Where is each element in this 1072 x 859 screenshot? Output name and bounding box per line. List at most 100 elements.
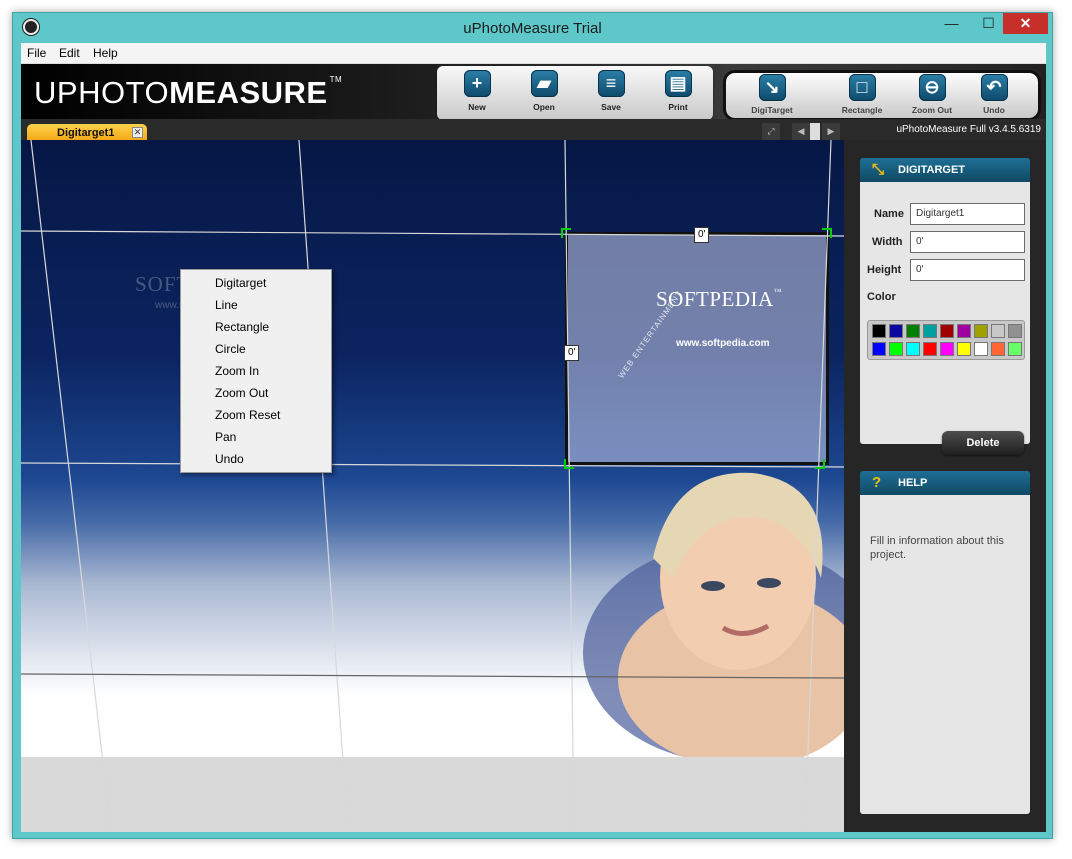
color-swatch[interactable] [889, 342, 903, 356]
handle-bottom-left[interactable] [564, 459, 574, 469]
name-label: Name [874, 208, 904, 220]
fullscreen-icon[interactable]: ⤢ [762, 123, 780, 140]
color-swatch[interactable] [872, 342, 886, 356]
zoom-out-tool-button[interactable]: ⊖ Zoom Out [902, 74, 962, 122]
print-button[interactable]: ▤ Print [648, 70, 708, 118]
name-field[interactable]: Digitarget1 [910, 203, 1025, 225]
digitarget-panel: ⤡ DIGITARGET Name Digitarget1 Width 0' H… [860, 158, 1030, 455]
menu-bar: File Edit Help [21, 43, 1046, 64]
print-label: Print [668, 102, 688, 112]
color-swatch[interactable] [1008, 342, 1022, 356]
digitarget-icon: ⤡ [872, 161, 885, 178]
help-panel-header: ? HELP [860, 471, 1030, 495]
context-menu-item[interactable]: Pan [215, 430, 236, 444]
help-icon: ? [872, 474, 882, 491]
digitarget-tool-button[interactable]: ↘ DigiTarget [742, 74, 802, 122]
color-swatch[interactable] [906, 324, 920, 338]
measurement-grid [21, 140, 844, 832]
color-palette [867, 320, 1025, 360]
undo-tool-button[interactable]: ↶ Undo [964, 74, 1024, 122]
context-menu-item[interactable]: Rectangle [215, 320, 269, 334]
open-button[interactable]: ▰ Open [514, 70, 574, 118]
color-swatch[interactable] [957, 342, 971, 356]
minimize-button[interactable]: — [938, 13, 965, 34]
plus-icon: + [463, 70, 491, 97]
digitarget-panel-title: DIGITARGET [898, 164, 966, 176]
width-label: Width [872, 236, 903, 248]
new-button[interactable]: + New [447, 70, 507, 118]
color-swatch[interactable] [991, 324, 1005, 338]
color-swatch[interactable] [1008, 324, 1022, 338]
help-text: Fill in information about this project. [870, 535, 1004, 561]
open-label: Open [533, 102, 555, 112]
color-swatch[interactable] [974, 342, 988, 356]
save-icon: ≡ [597, 70, 625, 97]
color-swatch[interactable] [906, 342, 920, 356]
context-menu-item[interactable]: Zoom Out [215, 386, 268, 400]
color-swatch[interactable] [991, 342, 1005, 356]
handle-top-right[interactable] [822, 228, 832, 238]
menu-file[interactable]: File [27, 46, 46, 60]
width-field[interactable]: 0' [910, 231, 1025, 253]
tab-scroll-thumb[interactable] [810, 123, 820, 140]
file-toolbar: + New ▰ Open ≡ Save ▤ Print [437, 66, 713, 120]
height-label: Height [867, 264, 902, 276]
maximize-button[interactable]: ☐ [975, 13, 1002, 34]
height-dimension-label: 0' [564, 345, 580, 361]
delete-button[interactable]: Delete [942, 431, 1024, 455]
tools-toolbar: ↘ DigiTarget □ Rectangle ⊖ Zoom Out ↶ Un… [723, 70, 1041, 121]
app-window: uPhotoMeasure Trial — ☐ ✕ File Edit Help… [12, 12, 1053, 839]
color-swatch[interactable] [923, 342, 937, 356]
menu-help[interactable]: Help [93, 46, 118, 60]
color-label: Color [867, 291, 896, 303]
digitarget-label: DigiTarget [751, 105, 793, 115]
color-swatch[interactable] [923, 324, 937, 338]
measure-canvas[interactable]: SOFTPEDIA www.softpedia.com WEB ENTERTAI… [21, 140, 844, 832]
new-label: New [468, 102, 486, 112]
scroll-left-icon[interactable]: ◀ [792, 123, 810, 140]
context-menu: Digitarget Line Rectangle Circle Zoom In Zoom… [180, 269, 332, 473]
rectangle-label: Rectangle [841, 105, 883, 115]
height-field[interactable]: 0' [910, 259, 1025, 281]
tab-close-icon[interactable]: ✕ [132, 127, 143, 138]
rectangle-tool-button[interactable]: □ Rectangle [832, 74, 892, 122]
color-swatch[interactable] [940, 324, 954, 338]
context-menu-item[interactable]: Digitarget [215, 276, 266, 290]
context-menu-item[interactable]: Undo [215, 452, 244, 466]
context-menu-item[interactable]: Line [215, 298, 238, 312]
undo-icon: ↶ [980, 74, 1008, 101]
color-swatch[interactable] [872, 324, 886, 338]
zoom-out-icon: ⊖ [918, 74, 946, 101]
save-label: Save [601, 102, 621, 112]
digitarget-icon: ↘ [758, 74, 786, 101]
close-button[interactable]: ✕ [1003, 13, 1048, 34]
help-panel: ? HELP Fill in information about this pr… [860, 471, 1030, 814]
canvas-nav-controls: ⤢ ◀ ▶ [762, 123, 844, 140]
color-swatch[interactable] [940, 342, 954, 356]
context-menu-item[interactable]: Zoom In [215, 364, 259, 378]
tab-row: Digitarget1 ✕ ⤢ ◀ ▶ uPhotoMeasure Full v… [21, 119, 1046, 142]
save-button[interactable]: ≡ Save [581, 70, 641, 118]
context-menu-item[interactable]: Zoom Reset [215, 408, 280, 422]
printer-icon: ▤ [664, 70, 692, 97]
menu-edit[interactable]: Edit [59, 46, 80, 60]
handle-bottom-right[interactable] [815, 459, 825, 469]
color-swatch[interactable] [974, 324, 988, 338]
window-title: uPhotoMeasure Trial [463, 20, 602, 37]
app-logo: UPHOTOMEASURE TM [34, 75, 343, 110]
color-swatch[interactable] [957, 324, 971, 338]
zoom-out-label: Zoom Out [911, 105, 953, 115]
tab-label: Digitarget1 [57, 127, 115, 139]
help-panel-title: HELP [898, 477, 928, 489]
rectangle-icon: □ [848, 74, 876, 101]
sidebar: ⤡ DIGITARGET Name Digitarget1 Width 0' H… [844, 140, 1046, 832]
color-swatch[interactable] [889, 324, 903, 338]
title-bar[interactable]: uPhotoMeasure Trial — ☐ ✕ [13, 13, 1052, 43]
digitarget-panel-header: ⤡ DIGITARGET [860, 158, 1030, 182]
app-client: File Edit Help UPHOTOMEASURE TM + New ▰ O… [21, 43, 1046, 832]
context-menu-item[interactable]: Circle [215, 342, 246, 356]
handle-top-left[interactable] [561, 228, 571, 238]
width-dimension-label: 0' [694, 227, 710, 243]
undo-label: Undo [983, 105, 1005, 115]
scroll-right-icon[interactable]: ▶ [822, 123, 840, 140]
